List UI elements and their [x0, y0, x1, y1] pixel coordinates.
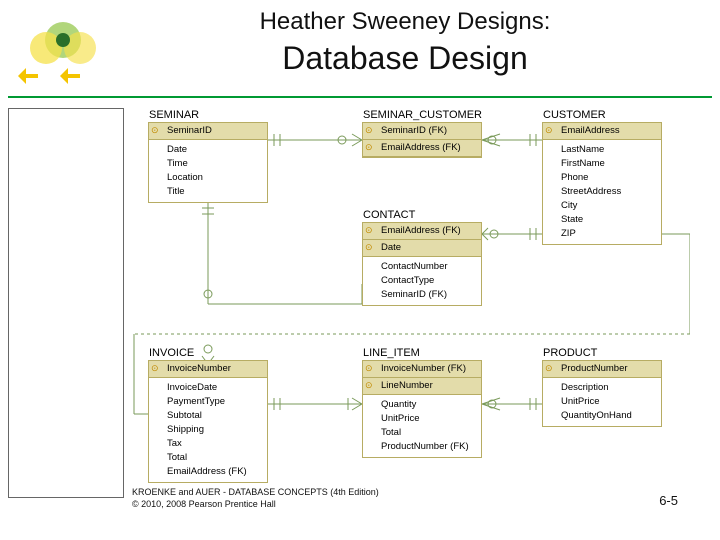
- attr-list: QuantityUnitPriceTotalProductNumber (FK): [363, 395, 481, 457]
- attr-field: SeminarID (FK): [363, 288, 481, 302]
- attr-field: Phone: [543, 171, 661, 185]
- key-field: ⊙ EmailAddress (FK): [363, 140, 481, 157]
- entity-invoice: INVOICE⊙InvoiceNumberInvoiceDatePaymentT…: [148, 360, 268, 483]
- entity-customer: CUSTOMER⊙EmailAddressLastNameFirstNamePh…: [542, 122, 662, 245]
- attr-field: UnitPrice: [543, 395, 661, 409]
- attr-list: DescriptionUnitPriceQuantityOnHand: [543, 378, 661, 426]
- key-icon: ⊙: [365, 362, 373, 374]
- attr-field: ContactNumber: [363, 260, 481, 274]
- entity-contact: CONTACT⊙EmailAddress (FK)⊙DateContactNum…: [362, 222, 482, 306]
- key-icon: ⊙: [545, 124, 553, 136]
- key-label: Date: [381, 242, 401, 253]
- attr-field: LastName: [543, 143, 661, 157]
- attr-field: ContactType: [363, 274, 481, 288]
- key-field: ⊙ InvoiceNumber: [149, 361, 267, 378]
- footer-line1: KROENKE and AUER - DATABASE CONCEPTS (4t…: [132, 486, 379, 498]
- attr-field: QuantityOnHand: [543, 409, 661, 423]
- key-icon: ⊙: [365, 241, 373, 253]
- attr-field: Shipping: [149, 423, 267, 437]
- entity-name: INVOICE: [149, 347, 194, 359]
- entity-name: SEMINAR: [149, 109, 199, 121]
- attr-field: Location: [149, 171, 267, 185]
- key-field: ⊙ EmailAddress (FK): [363, 223, 481, 240]
- attr-field: StreetAddress: [543, 185, 661, 199]
- key-label: EmailAddress (FK): [381, 225, 461, 236]
- attr-list: InvoiceDatePaymentTypeSubtotalShippingTa…: [149, 378, 267, 482]
- attr-field: PaymentType: [149, 395, 267, 409]
- attr-field: State: [543, 213, 661, 227]
- entity-name: LINE_ITEM: [363, 347, 420, 359]
- attr-field: Quantity: [363, 398, 481, 412]
- logo-decoration: [18, 18, 108, 88]
- key-field: ⊙ LineNumber: [363, 378, 481, 395]
- attr-field: Subtotal: [149, 409, 267, 423]
- entity-name: SEMINAR_CUSTOMER: [363, 109, 482, 121]
- key-icon: ⊙: [151, 124, 159, 136]
- attr-field: InvoiceDate: [149, 381, 267, 395]
- key-field: ⊙ SeminarID: [149, 123, 267, 140]
- attr-list: ContactNumberContactTypeSeminarID (FK): [363, 257, 481, 305]
- divider-line: [8, 96, 712, 98]
- attr-field: City: [543, 199, 661, 213]
- key-label: SeminarID: [167, 125, 212, 136]
- attr-field: ProductNumber (FK): [363, 440, 481, 454]
- key-label: EmailAddress: [561, 125, 620, 136]
- key-field: ⊙ ProductNumber: [543, 361, 661, 378]
- title-line2: Database Design: [120, 40, 690, 77]
- entity-product: PRODUCT⊙ProductNumberDescriptionUnitPric…: [542, 360, 662, 427]
- entity-line_item: LINE_ITEM⊙InvoiceNumber (FK)⊙LineNumberQ…: [362, 360, 482, 458]
- attr-field: Time: [149, 157, 267, 171]
- attr-field: Date: [149, 143, 267, 157]
- title-block: Heather Sweeney Designs: Database Design: [120, 8, 690, 77]
- key-field: ⊙ EmailAddress: [543, 123, 661, 140]
- attr-field: Total: [149, 451, 267, 465]
- key-icon: ⊙: [365, 379, 373, 391]
- attr-list: DateTimeLocationTitle: [149, 140, 267, 202]
- key-icon: ⊙: [365, 124, 373, 136]
- footer-citation: KROENKE and AUER - DATABASE CONCEPTS (4t…: [132, 486, 379, 510]
- attr-list: LastNameFirstNamePhoneStreetAddressCityS…: [543, 140, 661, 244]
- key-field: ⊙ InvoiceNumber (FK): [363, 361, 481, 378]
- key-label: EmailAddress (FK): [381, 142, 461, 153]
- key-icon: ⊙: [365, 224, 373, 236]
- entity-name: PRODUCT: [543, 347, 597, 359]
- entity-seminar_customer: SEMINAR_CUSTOMER⊙SeminarID (FK)⊙EmailAdd…: [362, 122, 482, 158]
- left-bullet-panel: [8, 108, 124, 498]
- entity-name: CONTACT: [363, 209, 415, 221]
- key-icon: ⊙: [365, 141, 373, 153]
- key-label: SeminarID (FK): [381, 125, 447, 136]
- entity-seminar: SEMINAR⊙SeminarIDDateTimeLocationTitle: [148, 122, 268, 203]
- attr-field: ZIP: [543, 227, 661, 241]
- title-line1: Heather Sweeney Designs:: [120, 8, 690, 36]
- attr-field: Total: [363, 426, 481, 440]
- key-icon: ⊙: [151, 362, 159, 374]
- key-label: LineNumber: [381, 380, 433, 391]
- attr-field: Title: [149, 185, 267, 199]
- footer-line2: © 2010, 2008 Pearson Prentice Hall: [132, 498, 379, 510]
- key-label: ProductNumber: [561, 363, 628, 374]
- attr-field: Tax: [149, 437, 267, 451]
- er-diagram: SEMINAR⊙SeminarIDDateTimeLocationTitleSE…: [130, 104, 690, 494]
- key-field: ⊙ Date: [363, 240, 481, 257]
- attr-field: Description: [543, 381, 661, 395]
- attr-field: FirstName: [543, 157, 661, 171]
- key-label: InvoiceNumber (FK): [381, 363, 466, 374]
- attr-field: EmailAddress (FK): [149, 465, 267, 479]
- key-field: ⊙ SeminarID (FK): [363, 123, 481, 140]
- attr-field: UnitPrice: [363, 412, 481, 426]
- page-number: 6-5: [659, 493, 678, 508]
- key-icon: ⊙: [545, 362, 553, 374]
- key-label: InvoiceNumber: [167, 363, 231, 374]
- entity-name: CUSTOMER: [543, 109, 606, 121]
